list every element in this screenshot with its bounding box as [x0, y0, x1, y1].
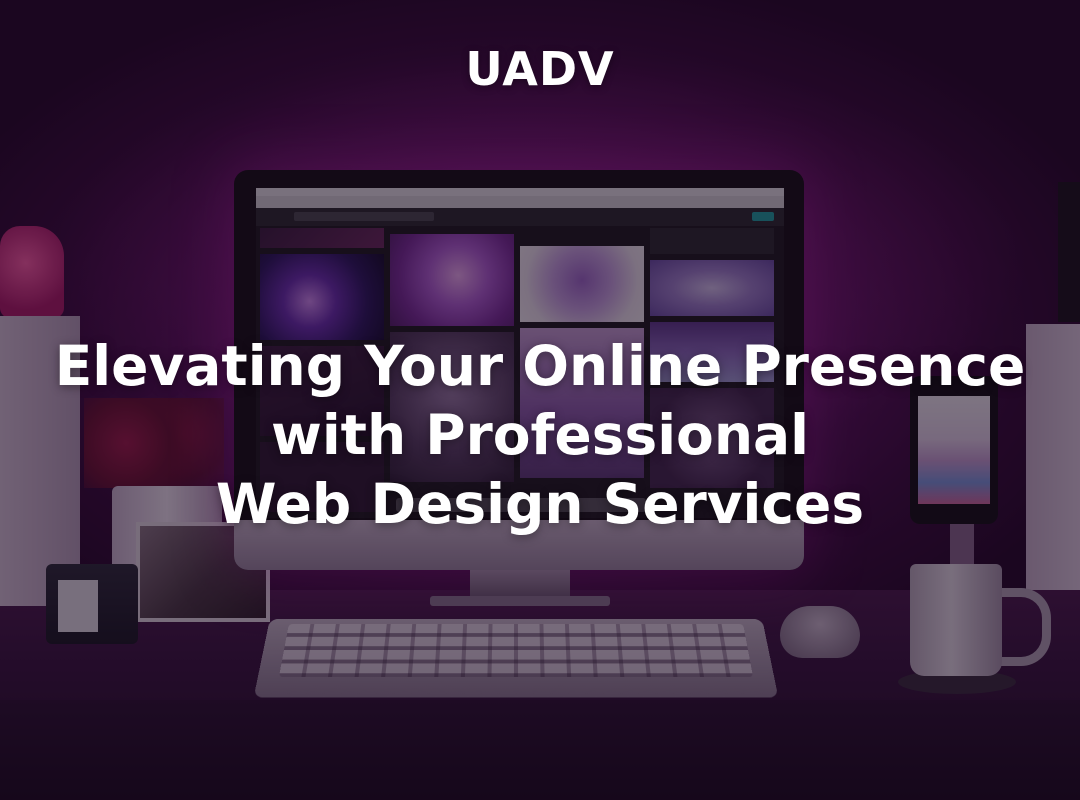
hero-headline: Elevating Your Online Presence with Prof…	[20, 332, 1060, 539]
brand-logo: UADV	[465, 42, 615, 96]
headline-line-2: with Professional	[271, 403, 809, 467]
hero-banner: UADV Elevating Your Online Presence with…	[0, 0, 1080, 800]
headline-line-1: Elevating Your Online Presence	[54, 334, 1026, 398]
headline-line-3: Web Design Services	[215, 472, 865, 536]
